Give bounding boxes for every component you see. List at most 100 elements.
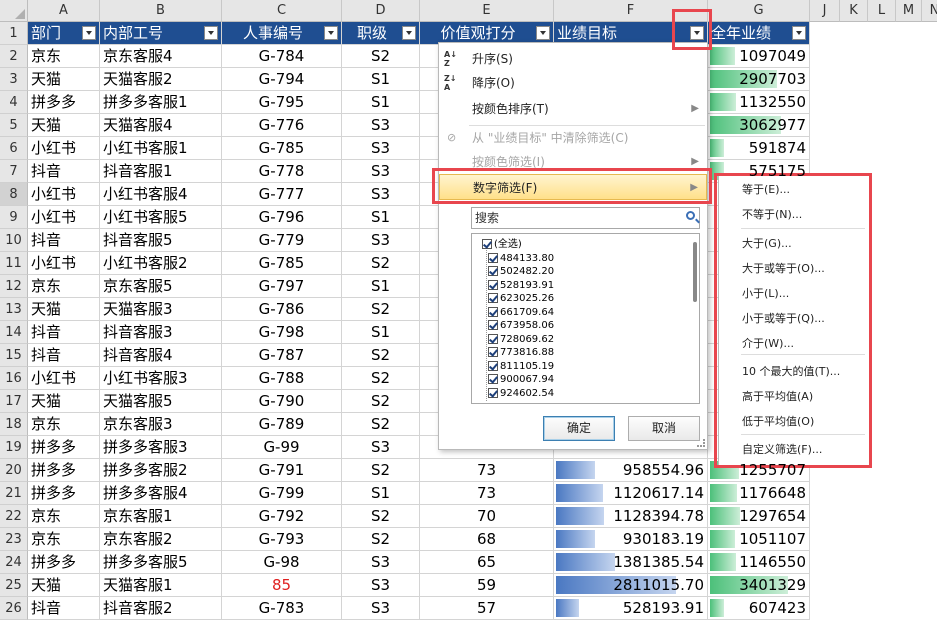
- table-cell[interactable]: S2: [342, 505, 420, 528]
- table-cell[interactable]: 3401329: [708, 574, 810, 597]
- table-cell[interactable]: S3: [342, 229, 420, 252]
- table-cell[interactable]: G-778: [222, 160, 342, 183]
- table-cell[interactable]: 天猫客服2: [100, 68, 222, 91]
- clear-filter-item[interactable]: ⊘ 从 "业绩目标" 中清除筛选(C): [439, 126, 707, 150]
- table-cell[interactable]: 抖音: [28, 229, 100, 252]
- table-cell[interactable]: 抖音: [28, 321, 100, 344]
- row-header[interactable]: 17: [0, 390, 28, 413]
- table-cell[interactable]: S2: [342, 252, 420, 275]
- table-cell[interactable]: 京东客服4: [100, 45, 222, 68]
- column-header-d[interactable]: D: [342, 0, 420, 22]
- row-header[interactable]: 20: [0, 459, 28, 482]
- ok-button[interactable]: 确定: [543, 416, 615, 441]
- table-cell[interactable]: S3: [342, 183, 420, 206]
- table-cell[interactable]: S3: [342, 114, 420, 137]
- table-cell[interactable]: 607423: [708, 597, 810, 620]
- checkbox-icon[interactable]: [488, 252, 498, 263]
- table-cell[interactable]: 天猫: [28, 298, 100, 321]
- checklist-item[interactable]: 773816.88: [488, 346, 554, 359]
- table-cell[interactable]: G-783: [222, 597, 342, 620]
- row-header[interactable]: 18: [0, 413, 28, 436]
- column-header-m[interactable]: M: [896, 0, 922, 22]
- table-cell[interactable]: 1255707: [708, 459, 810, 482]
- table-cell[interactable]: G-796: [222, 206, 342, 229]
- table-cell[interactable]: 528193.91: [554, 597, 708, 620]
- row-header[interactable]: 5: [0, 114, 28, 137]
- table-cell[interactable]: G-790: [222, 390, 342, 413]
- table-cell[interactable]: 拼多多: [28, 459, 100, 482]
- table-cell[interactable]: 拼多多客服4: [100, 482, 222, 505]
- table-cell[interactable]: G-784: [222, 45, 342, 68]
- table-cell[interactable]: 京东客服2: [100, 528, 222, 551]
- sort-by-color-item[interactable]: 按颜色排序(T) ▶: [439, 97, 707, 121]
- checklist-item[interactable]: 484133.80: [488, 252, 554, 265]
- checklist-item[interactable]: 811105.19: [488, 360, 554, 373]
- table-cell[interactable]: G-792: [222, 505, 342, 528]
- table-cell[interactable]: 小红书: [28, 137, 100, 160]
- table-cell[interactable]: G-797: [222, 275, 342, 298]
- checklist-item[interactable]: 728069.62: [488, 333, 554, 346]
- filter-dropdown-menu[interactable]: A↓ Z 升序(S) Z↓ A 降序(O) 按颜色排序(T) ▶ ⊘ 从 "业绩目标…: [438, 42, 708, 450]
- table-cell[interactable]: 591874: [708, 137, 810, 160]
- table-cell[interactable]: 1128394.78: [554, 505, 708, 528]
- checklist-item[interactable]: (全选): [482, 238, 522, 251]
- table-cell[interactable]: 天猫客服4: [100, 114, 222, 137]
- row-header[interactable]: 15: [0, 344, 28, 367]
- table-cell[interactable]: S2: [342, 390, 420, 413]
- table-cell[interactable]: 抖音客服4: [100, 344, 222, 367]
- column-header-a[interactable]: A: [28, 0, 100, 22]
- table-cell[interactable]: 京东客服5: [100, 275, 222, 298]
- checklist-item[interactable]: 673958.06: [488, 319, 554, 332]
- table-cell[interactable]: 拼多多: [28, 91, 100, 114]
- table-cell[interactable]: G-777: [222, 183, 342, 206]
- row-header[interactable]: 26: [0, 597, 28, 620]
- column-header-c[interactable]: C: [222, 0, 342, 22]
- table-cell[interactable]: 2907703: [708, 68, 810, 91]
- table-cell[interactable]: 1381385.54: [554, 551, 708, 574]
- row-header[interactable]: 12: [0, 275, 28, 298]
- column-header-l[interactable]: L: [868, 0, 896, 22]
- table-cell[interactable]: S1: [342, 482, 420, 505]
- row-header[interactable]: 13: [0, 298, 28, 321]
- checkbox-icon[interactable]: [488, 266, 498, 276]
- select-all-corner[interactable]: [0, 0, 28, 22]
- table-cell[interactable]: 2811015.70: [554, 574, 708, 597]
- table-cell[interactable]: 1176648: [708, 482, 810, 505]
- table-cell[interactable]: 京东客服3: [100, 413, 222, 436]
- table-cell[interactable]: S2: [342, 367, 420, 390]
- table-cell[interactable]: S2: [342, 298, 420, 321]
- table-cell[interactable]: 3062977: [708, 114, 810, 137]
- table-cell[interactable]: 京东: [28, 45, 100, 68]
- checklist-item[interactable]: 661709.64: [488, 306, 554, 319]
- table-cell[interactable]: G-793: [222, 528, 342, 551]
- checkbox-icon[interactable]: [488, 333, 498, 344]
- table-cell[interactable]: 天猫客服5: [100, 390, 222, 413]
- checklist-item[interactable]: 623025.26: [488, 292, 554, 305]
- row-header[interactable]: 4: [0, 91, 28, 114]
- table-cell[interactable]: 天猫: [28, 68, 100, 91]
- table-cell[interactable]: G-798: [222, 321, 342, 344]
- table-cell[interactable]: 抖音客服5: [100, 229, 222, 252]
- table-cell[interactable]: 天猫: [28, 574, 100, 597]
- table-cell[interactable]: S1: [342, 321, 420, 344]
- table-cell[interactable]: 拼多多客服1: [100, 91, 222, 114]
- table-cell[interactable]: 小红书客服1: [100, 137, 222, 160]
- checkbox-icon[interactable]: [488, 279, 498, 290]
- checkbox-icon[interactable]: [488, 320, 498, 330]
- row-header[interactable]: 3: [0, 68, 28, 91]
- table-cell[interactable]: S1: [342, 206, 420, 229]
- checkbox-icon[interactable]: [482, 239, 492, 249]
- sort-ascending-item[interactable]: A↓ Z 升序(S): [439, 47, 707, 71]
- header-cell[interactable]: 职级: [342, 22, 420, 45]
- table-cell[interactable]: 抖音客服1: [100, 160, 222, 183]
- table-cell[interactable]: G-788: [222, 367, 342, 390]
- table-cell[interactable]: S2: [342, 344, 420, 367]
- checkbox-icon[interactable]: [488, 306, 498, 317]
- table-cell[interactable]: 拼多多客服3: [100, 436, 222, 459]
- row-header[interactable]: 6: [0, 137, 28, 160]
- checklist-item[interactable]: 502482.20: [488, 265, 554, 278]
- table-cell[interactable]: 抖音客服3: [100, 321, 222, 344]
- table-cell[interactable]: 京东客服1: [100, 505, 222, 528]
- row-header[interactable]: 1: [0, 22, 28, 45]
- row-header[interactable]: 7: [0, 160, 28, 183]
